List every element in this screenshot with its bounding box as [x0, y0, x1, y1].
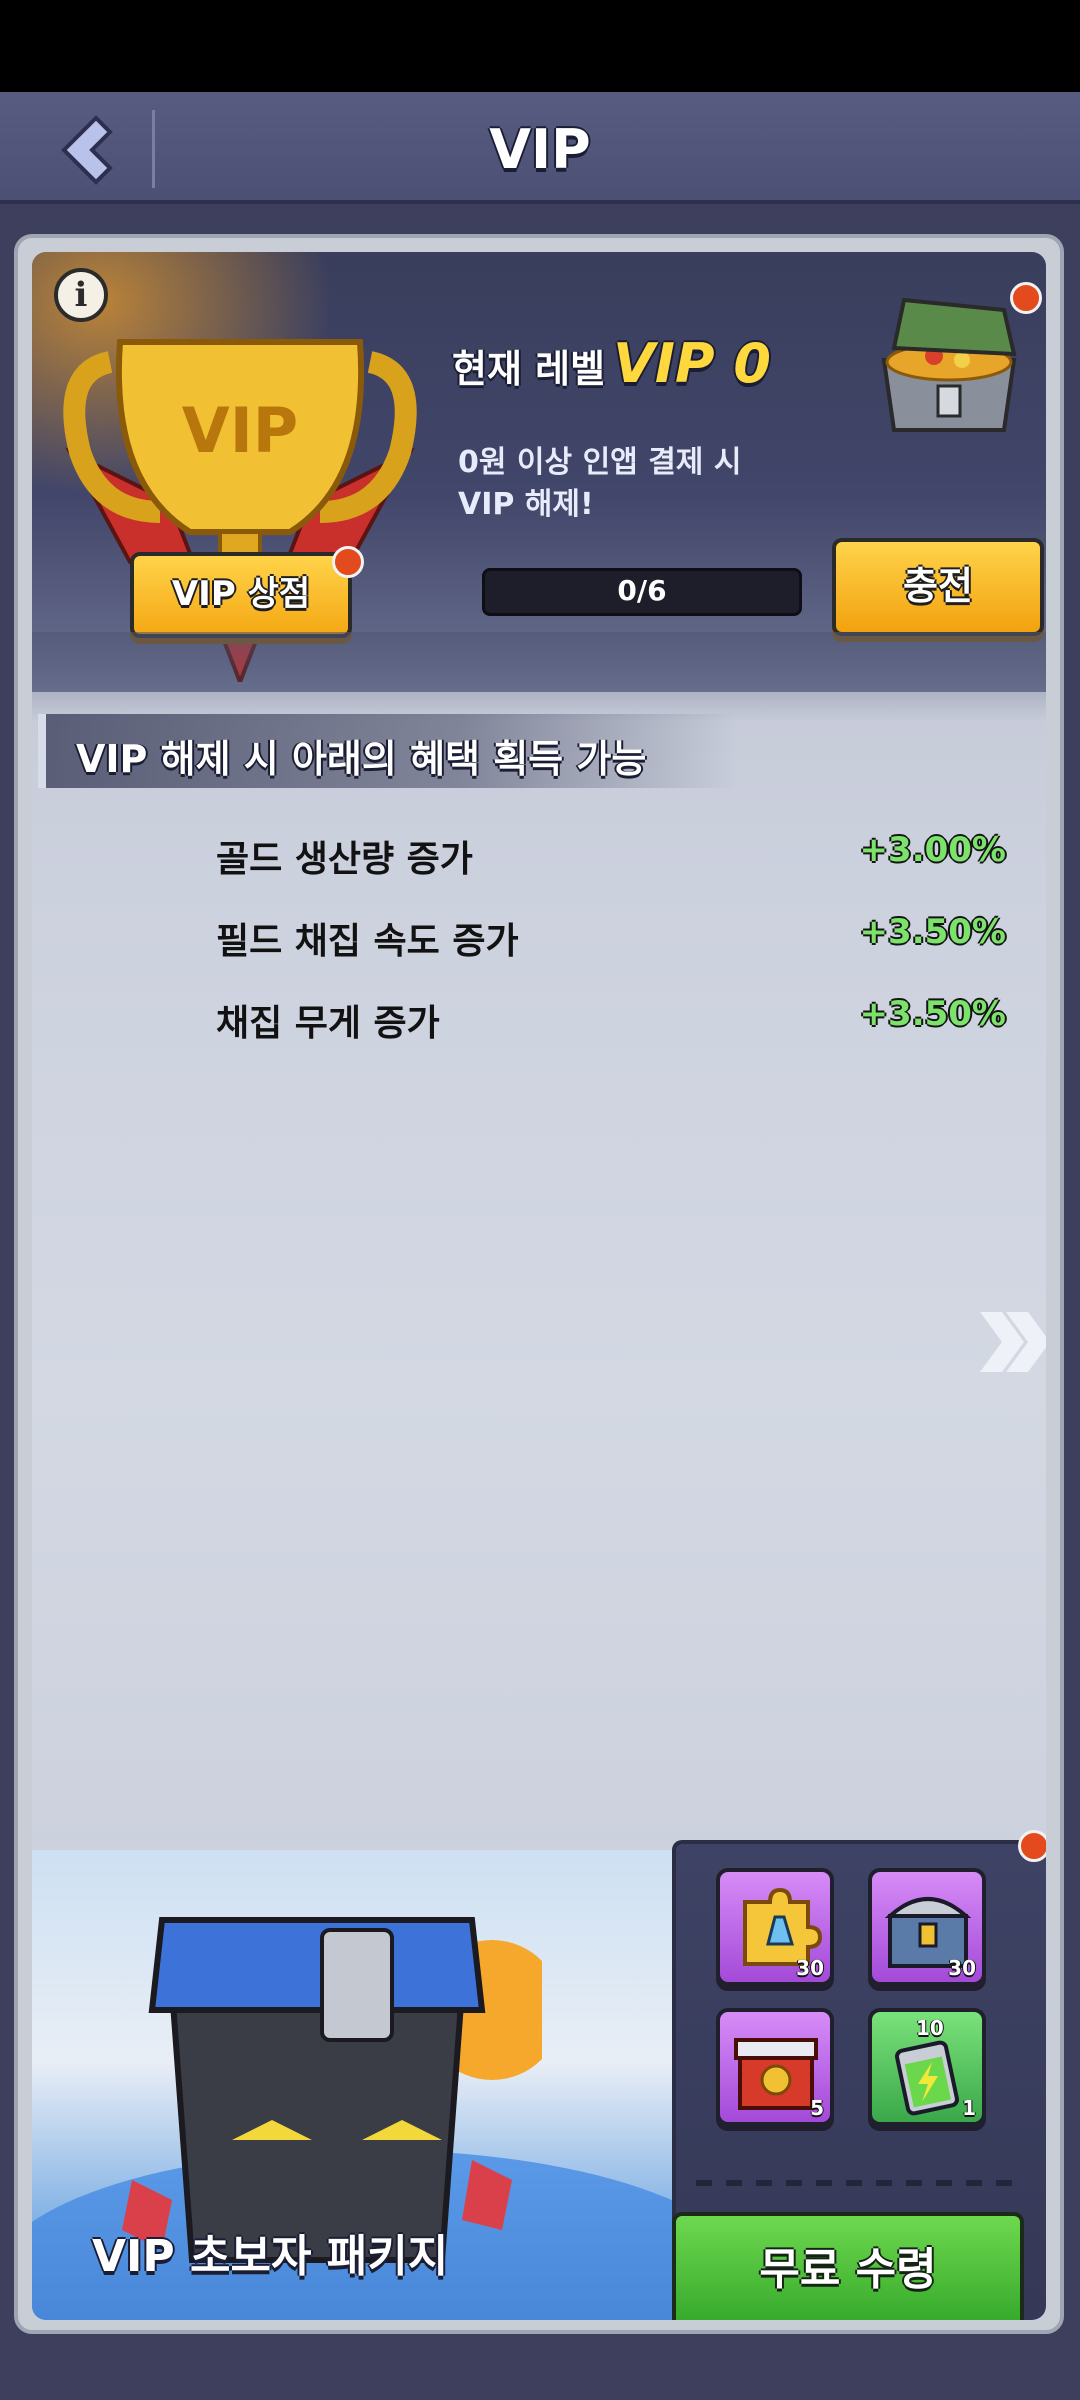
- reward-count: 1: [962, 2096, 976, 2120]
- unlock-description-line1: 0원 이상 인앱 결제 시: [458, 445, 742, 480]
- current-level: 현재 레벨 VIP 0: [452, 332, 771, 402]
- reward-item[interactable]: 30: [868, 1868, 986, 1986]
- chest-notification-dot: [1010, 282, 1042, 314]
- reward-item[interactable]: 10 1: [868, 2008, 986, 2126]
- vip-shop-button[interactable]: VIP 상점: [130, 552, 352, 638]
- charge-button[interactable]: 충전: [832, 538, 1044, 636]
- current-level-label: 현재 레벨: [452, 347, 606, 391]
- benefit-value: +3.00%: [859, 830, 1006, 870]
- reward-item[interactable]: 5: [716, 2008, 834, 2126]
- vip-panel-content: VIP i VIP 상점 현재 레벨 VIP 0 0원 이상 인앱 결제 시 V…: [32, 252, 1046, 2320]
- benefit-name: 골드 생산량 증가: [216, 839, 473, 880]
- benefit-name: 채집 무게 증가: [216, 1003, 440, 1044]
- vip-panel: VIP i VIP 상점 현재 레벨 VIP 0 0원 이상 인앱 결제 시 V…: [14, 234, 1064, 2334]
- vip-progress-bar: 0/6: [482, 568, 802, 616]
- package-title: VIP 초보자 패키지: [92, 2231, 449, 2282]
- package-notification-dot: [1018, 1830, 1046, 1862]
- free-claim-button[interactable]: 무료 수령: [672, 2212, 1024, 2320]
- status-bar: [0, 0, 1080, 92]
- reward-badge: 10: [916, 2016, 944, 2040]
- reward-count: 30: [948, 1956, 976, 1980]
- beginner-package-banner[interactable]: VIP 초보자 패키지: [32, 1850, 672, 2320]
- vip-progress-text: 0/6: [617, 574, 667, 607]
- top-navigation-bar: VIP: [0, 92, 1080, 204]
- next-page-arrow-icon[interactable]: [972, 1302, 1046, 1382]
- trophy-label: VIP: [182, 394, 299, 467]
- benefits-header-text: VIP 해제 시 아래의 혜택 획득 가능: [76, 737, 647, 781]
- reward-separator: [696, 2180, 1026, 2186]
- reward-count: 5: [810, 2096, 824, 2120]
- unlock-description-line2: VIP 해제!: [458, 487, 594, 522]
- reward-count: 30: [796, 1956, 824, 1980]
- reward-item[interactable]: 30: [716, 1868, 834, 1986]
- benefit-name: 필드 채집 속도 증가: [216, 921, 519, 962]
- hero-fade: [32, 632, 1046, 722]
- benefit-row: 골드 생산량 증가 +3.00%: [216, 830, 1006, 890]
- reward-chest-icon[interactable]: [864, 290, 1034, 440]
- benefit-value: +3.50%: [859, 912, 1006, 952]
- benefit-row: 필드 채집 속도 증가 +3.50%: [216, 912, 1006, 972]
- info-icon[interactable]: i: [54, 268, 108, 322]
- unlock-description: 0원 이상 인앱 결제 시 VIP 해제!: [458, 442, 798, 526]
- benefit-value: +3.50%: [859, 994, 1006, 1034]
- current-level-value: VIP 0: [613, 332, 771, 395]
- page-title: VIP: [489, 118, 591, 181]
- vip-status-section: VIP i VIP 상점 현재 레벨 VIP 0 0원 이상 인앱 결제 시 V…: [32, 252, 1046, 692]
- shop-notification-dot: [332, 546, 364, 578]
- benefit-row: 채집 무게 증가 +3.50%: [216, 994, 1006, 1054]
- benefits-header: VIP 해제 시 아래의 혜택 획득 가능: [38, 714, 738, 788]
